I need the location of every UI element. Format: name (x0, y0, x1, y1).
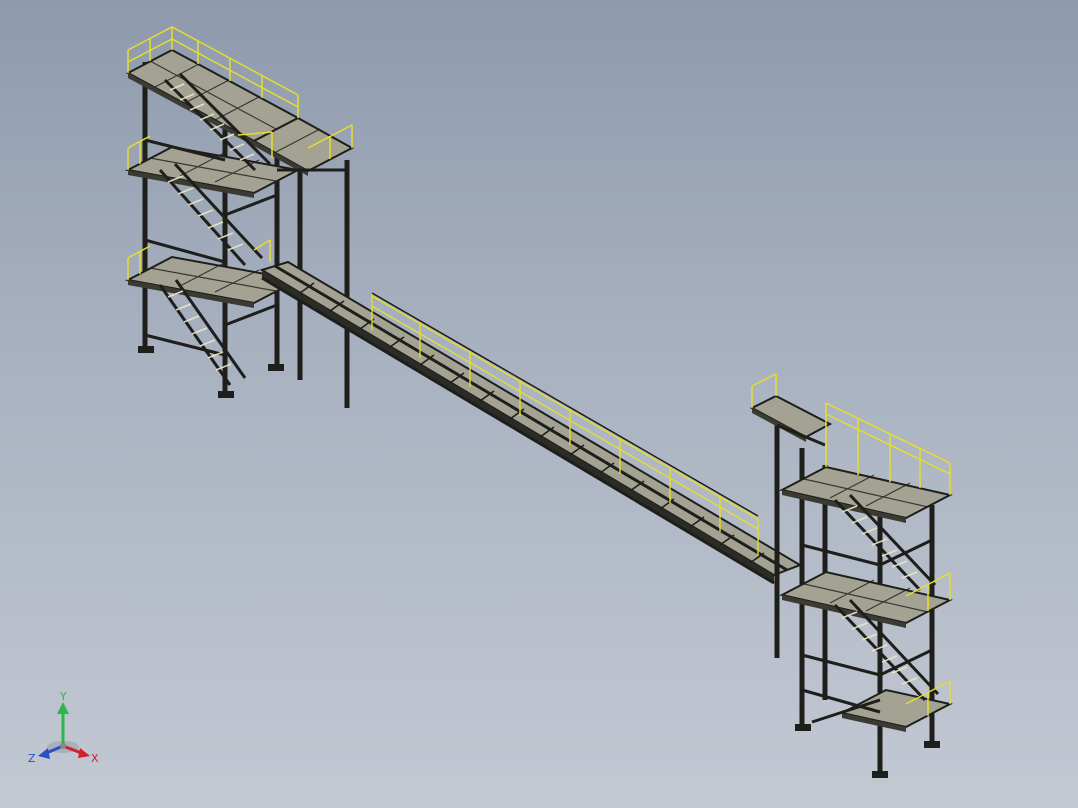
z-axis-label: Z (28, 752, 36, 765)
cad-graphics-viewport[interactable]: Y X Z (0, 0, 1078, 808)
right-stair-tower[interactable] (749, 373, 953, 778)
triad-origin (60, 743, 66, 749)
left-tower-base-plates (138, 346, 284, 398)
y-axis-label: Y (59, 690, 67, 703)
right-tower-base-plates (795, 724, 940, 778)
right-tower-middle-platform[interactable] (779, 570, 953, 628)
left-stair-tower[interactable] (124, 26, 355, 408)
y-axis-arrow (57, 702, 69, 746)
reference-triad: Y X Z (28, 690, 99, 765)
walkway-bridge[interactable] (259, 260, 803, 585)
bridge-top-rail (371, 292, 759, 517)
steel-structure-model[interactable] (0, 0, 1078, 808)
x-axis-label: X (91, 752, 99, 765)
